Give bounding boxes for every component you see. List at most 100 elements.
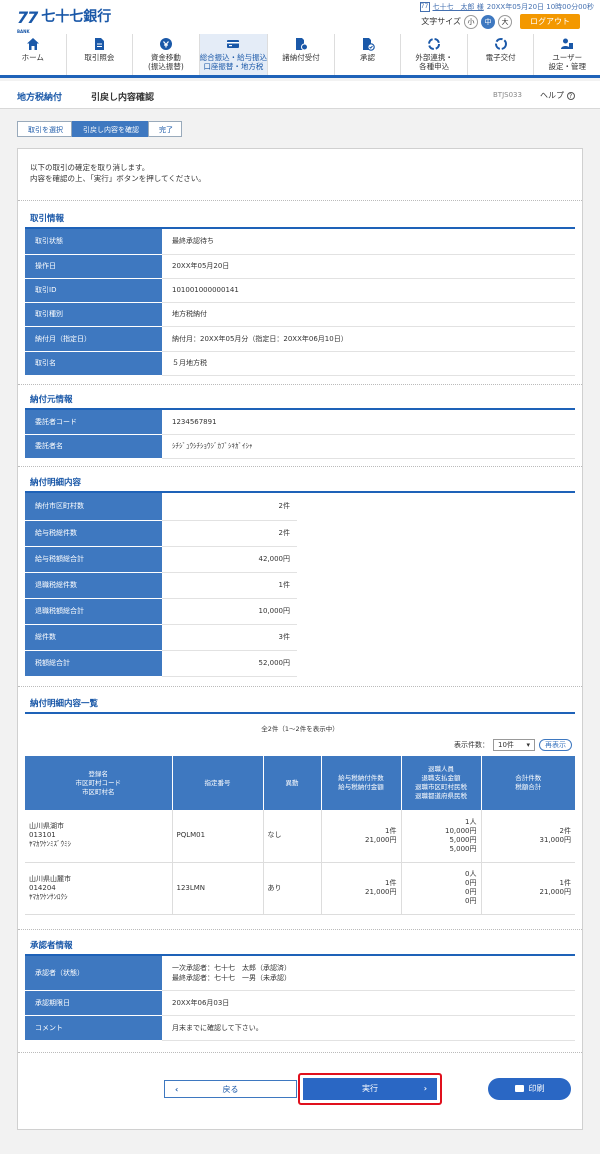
row-label: 委託者コード	[25, 410, 162, 435]
divider	[18, 686, 582, 687]
title-bar: 地方税納付 引戻し内容確認 BTJS033 ヘルプ ?	[0, 81, 600, 109]
cell-number: 123LMN	[172, 862, 264, 915]
row-label: 給与税額総合計	[25, 546, 162, 573]
redisplay-button[interactable]: 再表示	[539, 739, 572, 751]
step-indicator: 取引を選択 引戻し内容を確認 完了	[17, 121, 182, 137]
display-count-label: 表示件数：	[454, 741, 489, 749]
nav-external[interactable]: 外部連携・ 各種申込	[401, 34, 468, 75]
nav-home[interactable]: ホーム	[0, 34, 67, 75]
section-title-payer: 納付元情報	[30, 395, 73, 405]
column-header: 登録名 市区町村コード 市区町村名	[25, 756, 173, 810]
table-row: 承認者（状態） 一次承認者：七十七 太郎（承認済） 最終承認者：七十七 一男（未承…	[25, 956, 575, 991]
step-complete: 完了	[148, 121, 182, 137]
detail-table: 納付市区町村数 2件 給与税総件数 2件 給与税額総合計 42,000円 退職税総件数…	[25, 493, 575, 677]
global-nav: ホーム 取引照会 資金移動 (振込振替) 総合振込・給与振込 口座振替・地方税 …	[0, 34, 600, 78]
row-label: 取引種別	[25, 302, 162, 327]
help-link[interactable]: ヘルプ ?	[540, 90, 575, 101]
bank-logo[interactable]: 77 BANK 七十七銀行	[17, 9, 112, 34]
table-row: 退職税総件数 1件	[25, 572, 575, 599]
nav-label: 資金移動 (振込振替)	[147, 53, 184, 71]
table-row: 山川県湖市 013101 ﾔﾏｶﾜｹﾝﾐｽﾞｳﾐｼ PQLM01 なし 1件 2…	[25, 810, 575, 863]
printer-icon	[514, 1085, 524, 1092]
logout-button[interactable]: ログアウト	[520, 14, 580, 29]
cell-number: PQLM01	[172, 810, 264, 863]
detail-list-table: 登録名 市区町村コード 市区町村名 指定番号 異動 給与税納付件数 給与税納付金…	[25, 756, 575, 915]
table-row: 委託者コード 1234567891	[25, 410, 575, 435]
nav-label: 外部連携・ 各種申込	[415, 53, 453, 71]
approver-table: 承認者（状態） 一次承認者：七十七 太郎（承認済） 最終承認者：七十七 一男（未承…	[25, 956, 575, 1041]
nav-label: ホーム	[21, 53, 44, 62]
row-value: 3件	[162, 624, 297, 651]
nav-e-delivery[interactable]: 電子交付	[468, 34, 535, 75]
row-value: 1234567891	[162, 410, 575, 435]
page-title: 引戻し内容確認	[91, 93, 155, 103]
row-value: 20XX年06月03日	[162, 990, 575, 1016]
row-label: 承認者（状態）	[25, 956, 162, 991]
user-info: 77 七十七 太郎 様 20XX年05月20日 10時00分00秒	[419, 2, 594, 12]
chevron-right-icon: ›	[423, 1084, 427, 1093]
transaction-table: 取引状態 最終承認待ち 操作日 20XX年05月20日 取引ID 1010010000…	[25, 229, 575, 376]
row-gap	[297, 546, 575, 572]
row-label: 取引状態	[25, 229, 162, 255]
cell-total: 1件 21,000円	[481, 862, 575, 915]
execute-button[interactable]: 実行 ›	[303, 1078, 437, 1100]
result-count: 全2件（1～2件を表示中）	[261, 725, 339, 733]
divider	[18, 384, 582, 385]
row-label: 操作日	[25, 254, 162, 279]
table-row: 給与税額総合計 42,000円	[25, 546, 575, 573]
card-icon	[227, 40, 240, 48]
cell-change: なし	[263, 810, 322, 863]
table-row: 納付月（指定日） 納付月：20XX年05月分（指定日：20XX年06月10日）	[25, 326, 575, 352]
print-button[interactable]: 印刷	[488, 1078, 571, 1100]
row-value: 2件	[162, 520, 297, 547]
row-value: 1件	[162, 572, 297, 599]
back-button[interactable]: ‹ 戻る	[164, 1080, 297, 1098]
nav-bulk-transfer[interactable]: 総合振込・給与振込 口座振替・地方税	[199, 34, 269, 75]
column-header: 異動	[263, 756, 322, 810]
nav-label: 諸納付受付	[282, 53, 320, 62]
back-button-label: 戻る	[222, 1085, 239, 1094]
cell-salary: 1件 21,000円	[321, 862, 402, 915]
font-medium-button[interactable]: 中	[481, 14, 495, 29]
nav-approval[interactable]: 承認	[335, 34, 402, 75]
row-value: 地方税納付	[162, 302, 575, 327]
font-large-button[interactable]: 大	[498, 14, 512, 29]
nav-label: 取引照会	[84, 53, 115, 62]
user-settings-icon	[561, 38, 574, 49]
nav-label: 電子交付	[485, 53, 516, 62]
cell-change: あり	[263, 862, 322, 915]
cell-total: 2件 31,000円	[481, 810, 575, 863]
nav-label: 総合振込・給与振込 口座振替・地方税	[199, 53, 268, 71]
row-value: 42,000円	[162, 546, 297, 573]
cell-retire: 1人 10,000円 5,000円 5,000円	[401, 810, 482, 863]
divider	[18, 466, 582, 467]
row-label: 税額総合計	[25, 650, 162, 677]
screen-id: BTJS033	[493, 91, 522, 99]
nav-user-settings[interactable]: ユーザー 設定・管理	[534, 34, 600, 75]
table-row: 操作日 20XX年05月20日	[25, 254, 575, 279]
display-count-select[interactable]: 10件 ▾	[493, 739, 535, 751]
row-gap	[297, 650, 575, 676]
row-label: 納付月（指定日）	[25, 326, 162, 352]
row-value: 2件	[162, 493, 297, 521]
last-login: 20XX年05月20日 10時00分00秒	[486, 3, 594, 11]
table-row: 税額総合計 52,000円	[25, 650, 575, 677]
nav-transfer[interactable]: 資金移動 (振込振替)	[133, 34, 200, 75]
table-row: 取引状態 最終承認待ち	[25, 229, 575, 255]
bank-name: 七十七銀行	[41, 9, 112, 25]
home-icon	[26, 38, 39, 50]
nav-payments[interactable]: 諸納付受付	[268, 34, 335, 75]
step-select: 取引を選択	[17, 121, 72, 137]
intro-line: 以下の取引の確定を取り消します。	[30, 163, 150, 172]
header-controls: 文字サイズ 小 中 大 ログアウト	[421, 14, 580, 29]
header: 77 BANK 七十七銀行 77 七十七 太郎 様 20XX年05月20日 10時…	[0, 0, 600, 34]
cell-name: 山川県湖市 013101 ﾔﾏｶﾜｹﾝﾐｽﾞｳﾐｼ	[25, 810, 173, 863]
help-icon: ?	[566, 92, 575, 100]
row-value: 101001000000141	[162, 278, 575, 303]
section-rule	[25, 712, 575, 714]
nav-inquiry[interactable]: 取引照会	[67, 34, 134, 75]
column-header: 合計件数 税額合計	[481, 756, 575, 810]
font-small-button[interactable]: 小	[464, 14, 478, 29]
user-name[interactable]: 七十七 太郎 様	[433, 2, 484, 12]
nav-label: ユーザー 設定・管理	[548, 53, 586, 71]
